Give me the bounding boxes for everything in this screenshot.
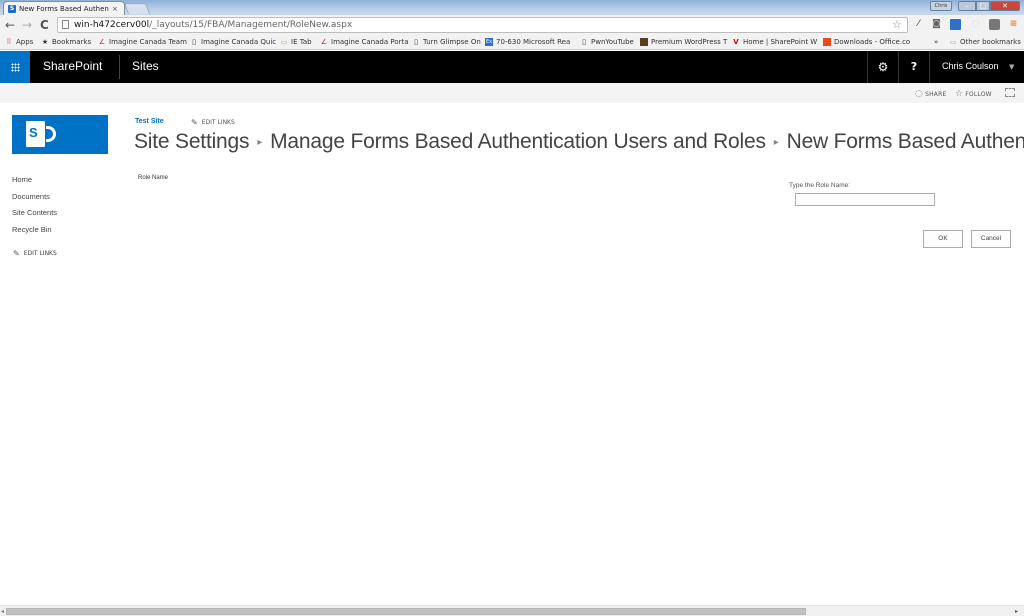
bookmark-item[interactable]: Downloads - Office.co (823, 38, 910, 46)
imagine-canada-icon: ∠ (320, 38, 328, 46)
logo-arrow (46, 126, 56, 142)
bookmark-item[interactable]: ★ Bookmarks (41, 38, 91, 46)
eyedropper-icon[interactable]: ⁄ (913, 19, 924, 30)
breadcrumb-manage-fba[interactable]: Manage Forms Based Authentication Users … (270, 130, 766, 153)
bookmark-item[interactable]: ∠ Imagine Canada Porta (320, 38, 409, 46)
bookmark-star-icon[interactable]: ☆ (892, 18, 902, 31)
bookmark-item[interactable]: ⠿ Apps (5, 38, 33, 46)
waffle-icon (11, 63, 20, 72)
cancel-button[interactable]: Cancel (971, 230, 1011, 248)
help-button[interactable]: ? (899, 51, 929, 83)
page-icon: ▯ (414, 38, 418, 46)
minimize-button[interactable]: – (958, 1, 976, 11)
suite-bar: SharePoint Sites ⚙ ? Chris Coulson ▼ (0, 51, 1024, 83)
tab-close-icon[interactable]: × (112, 5, 120, 13)
page-title-breadcrumb: Site Settings ▸ Manage Forms Based Authent… (134, 130, 1024, 154)
settings-gear-icon[interactable]: ⚙ (868, 51, 898, 83)
breadcrumb-current: New Forms Based Authentication Role (786, 130, 1024, 153)
divider (119, 55, 120, 79)
follow-button[interactable]: ☆ FOLLOW (955, 89, 992, 99)
share-button[interactable]: ◌ SHARE (915, 89, 946, 99)
sites-link[interactable]: Sites (132, 59, 159, 73)
folder-icon: ▭ (949, 38, 957, 46)
breadcrumb-site-settings[interactable]: Site Settings (134, 130, 250, 153)
star-outline-icon: ☆ (955, 89, 964, 99)
url-host: win-h472cerv00l (74, 20, 150, 30)
menu-icon[interactable]: ≡ (1008, 19, 1019, 30)
window-icon[interactable] (950, 19, 961, 30)
page-icon: ▯ (192, 38, 196, 46)
role-name-input[interactable] (795, 193, 935, 206)
camera-icon[interactable]: ◙ (931, 19, 942, 30)
bookmark-item[interactable]: ▭ IE Tab (280, 38, 312, 46)
ms-exam-icon: Ex (485, 38, 493, 46)
forward-button[interactable]: → (22, 17, 32, 33)
tab-title: New Forms Based Authen (19, 4, 109, 13)
new-tab-button[interactable] (123, 3, 151, 14)
bookmark-item[interactable]: ▯ Turn Glimpse On (412, 38, 481, 46)
address-bar[interactable]: win-h472cerv00l/_layouts/15/FBA/Manageme… (57, 17, 908, 33)
nav-item-home[interactable]: Home (12, 175, 32, 184)
breadcrumb-separator-icon: ▸ (773, 136, 779, 148)
bookmarks-bar: ⠿ Apps ★ Bookmarks ∠ Imagine Canada Team ▯ I… (0, 35, 1024, 50)
apps-grid-icon: ⠿ (6, 38, 12, 46)
imagine-canada-icon: ∠ (98, 38, 106, 46)
scrollbar-thumb[interactable] (6, 608, 806, 615)
logo-letter: S (29, 125, 38, 140)
edit-links-top[interactable]: ✎ EDIT LINKS (191, 118, 235, 127)
url-path: /_layouts/15/FBA/Management/RoleNew.aspx (149, 20, 353, 30)
sharepoint-favicon-icon: S (8, 4, 16, 13)
bookmark-item[interactable]: Ex 70-630 Microsoft Rea (485, 38, 570, 46)
page-icon: ▯ (582, 38, 586, 46)
profile-badge[interactable]: Chris (930, 1, 952, 11)
chevron-down-icon[interactable]: ▼ (1009, 63, 1014, 71)
share-icon: ◌ (915, 89, 924, 99)
close-window-button[interactable]: ✕ (990, 1, 1020, 11)
role-name-field-label: Type the Role Name: (789, 182, 851, 189)
folder-icon: ▭ (280, 38, 288, 46)
browser-tab-active[interactable]: S New Forms Based Authen × (3, 1, 125, 15)
breadcrumb-separator-icon: ▸ (257, 136, 263, 148)
ok-button[interactable]: OK (923, 230, 963, 248)
bookmark-item[interactable]: ∠ Imagine Canada Team (98, 38, 187, 46)
divider (929, 51, 930, 83)
maximize-button[interactable]: □ (976, 1, 990, 11)
star-icon: ★ (41, 38, 49, 46)
site-logo[interactable]: S (12, 115, 108, 154)
browser-title-bar: S New Forms Based Authen × Chris – □ ✕ (0, 0, 1024, 15)
back-button[interactable]: ← (5, 17, 15, 33)
nav-item-documents[interactable]: Documents (12, 192, 50, 201)
nav-item-recycle-bin[interactable]: Recycle Bin (12, 225, 52, 234)
nav-item-site-contents[interactable]: Site Contents (12, 208, 57, 217)
bookmark-item[interactable]: Premium WordPress T (640, 38, 727, 46)
refresh-ext-icon[interactable]: ◌ (970, 19, 981, 30)
focus-on-content-icon[interactable] (1005, 88, 1015, 97)
scroll-right-arrow-icon[interactable]: ▸ (1015, 608, 1021, 615)
bookmarks-overflow-button[interactable]: » (934, 38, 938, 46)
app-launcher-button[interactable] (0, 51, 30, 83)
bookmark-item[interactable]: ▯ PwnYouTube (580, 38, 634, 46)
user-menu[interactable]: Chris Coulson (942, 61, 999, 71)
reload-button[interactable]: C (40, 17, 49, 33)
site-title-link[interactable]: Test Site (135, 118, 164, 125)
page-icon (62, 20, 69, 29)
other-bookmarks[interactable]: ▭ Other bookmarks (949, 38, 1021, 46)
ribbon-bar (0, 83, 1024, 103)
horizontal-scrollbar[interactable]: ◂ ▸ (0, 605, 1024, 616)
window-controls: – □ ✕ (958, 1, 1020, 11)
sharepoint-brand-link[interactable]: SharePoint (43, 59, 102, 73)
office-icon (823, 38, 831, 46)
role-name-section-label: Role Name (138, 175, 169, 181)
sharepoint-w-icon: V (733, 38, 739, 46)
bookmark-item[interactable]: ▯ Imagine Canada Quic (190, 38, 276, 46)
pencil-icon: ✎ (191, 118, 198, 127)
square-ext-icon[interactable] (989, 19, 1000, 30)
pencil-icon: ✎ (13, 249, 20, 258)
wordpress-theme-icon (640, 38, 648, 46)
bookmark-item[interactable]: V Home | SharePoint W (732, 38, 817, 46)
edit-links-left[interactable]: ✎ EDIT LINKS (13, 249, 57, 258)
